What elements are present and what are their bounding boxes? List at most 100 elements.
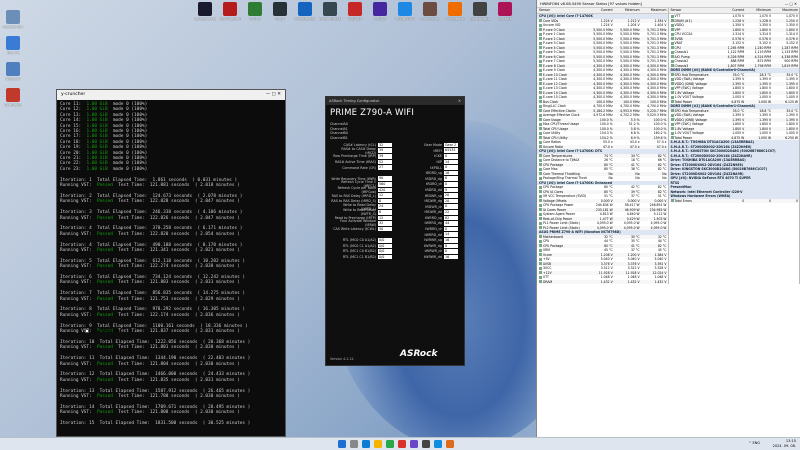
timing-value[interactable]: 65535 (444, 148, 458, 154)
window-controls[interactable]: — ▢ ✕ (266, 92, 281, 98)
desktop-shortcut[interactable]: 3DMark (494, 2, 516, 21)
desktop-shortcut[interactable]: HWiNFO64 (394, 2, 416, 21)
timing-row: tWRWR_sg 16 (396, 237, 462, 243)
sensor-row[interactable]: Total Errors 0 0 0 (668, 198, 799, 203)
taskbar-app-icon[interactable] (338, 440, 346, 448)
column-header[interactable]: Maximum (641, 8, 668, 13)
sensor-icon (539, 199, 542, 202)
desktop-shortcut[interactable]: GPU-Z (244, 2, 266, 21)
timing-label: tRDRD_sg (425, 171, 442, 176)
timing-value[interactable]: 0 (444, 204, 458, 209)
desktop-shortcut[interactable]: Samsung Magician (194, 2, 216, 21)
desktop-shortcut[interactable]: y-cruncher (419, 2, 441, 21)
desktop-shortcut[interactable]: Cinebench (444, 2, 466, 21)
hwinfo-titlebar[interactable]: HWiNFO64 v8.08-5490 Sensor Status [97 va… (537, 0, 800, 8)
console-titlebar[interactable]: y-cruncher — ▢ ✕ (57, 90, 285, 100)
timing-value[interactable]: 0/0 (378, 254, 392, 260)
timing-value[interactable]: 8 (444, 176, 458, 182)
column-header[interactable]: Maximum (772, 8, 799, 13)
timing-value[interactable]: 20 (444, 193, 458, 198)
timing-value[interactable]: 16 (444, 170, 458, 176)
column-header[interactable]: Minimum (614, 8, 641, 13)
desktop-shortcut[interactable]: CrystalDiskMark (319, 2, 341, 21)
timing-value[interactable]: 560 (378, 182, 392, 187)
app-icon (323, 2, 337, 16)
timing-value[interactable]: 0 (444, 165, 458, 170)
sensor-icon (539, 203, 542, 207)
sensor-icon (539, 86, 542, 90)
timing-value[interactable]: 24 (378, 204, 392, 209)
timing-value[interactable]: 90 (378, 176, 392, 182)
taskbar-app-icon[interactable] (410, 440, 418, 448)
timing-value[interactable]: 16 (444, 254, 458, 260)
timing-value[interactable]: 32 (378, 142, 392, 148)
column-header[interactable]: Current (718, 8, 745, 13)
timing-value[interactable]: 39 (378, 154, 392, 159)
taskbar-app-icon[interactable] (374, 440, 382, 448)
hwinfo-window-controls[interactable]: — ▢ ✕ (785, 2, 797, 6)
taskbar-app-icon[interactable] (422, 440, 430, 448)
timing-value[interactable]: 62 (444, 215, 458, 221)
timing-value[interactable]: 0/0 (378, 243, 392, 249)
timing-value[interactable]: 9 (444, 187, 458, 193)
timing-value[interactable]: 39 (378, 148, 392, 154)
tray-clock[interactable]: 13:15 2024. 09. 08. (773, 439, 796, 449)
desktop-shortcut[interactable]: AIDA64 (344, 2, 366, 21)
taskbar-app-icon[interactable] (362, 440, 370, 448)
timing-value[interactable]: 6 (378, 210, 392, 215)
sensor-row[interactable]: DRAM 1.432 V 1.432 V 1.432 V (537, 279, 668, 284)
timing-value[interactable]: 8 (378, 198, 392, 204)
timing-close-icon[interactable]: ✕ (458, 99, 461, 104)
auto-refresh-checkbox[interactable] (85, 329, 89, 333)
timing-value[interactable]: 8 (444, 243, 458, 249)
column-header[interactable]: Minimum (745, 8, 772, 13)
desktop-shortcut[interactable]: MSI Afterburner (219, 2, 241, 21)
timing-value[interactable]: 0 (444, 154, 458, 159)
desktop-shortcut[interactable]: ThrottleStop (294, 2, 316, 21)
timing-titlebar[interactable]: ASRock Timing Configurator ✕ (326, 97, 464, 105)
column-header[interactable]: Current (587, 8, 614, 13)
taskbar-app-icon[interactable] (398, 440, 406, 448)
hwinfo-right-pane[interactable]: Sensor Current Minimum Maximum VTT 1,070 V 1,… (668, 8, 800, 284)
timing-value[interactable]: 14 (444, 159, 458, 165)
taskbar-app-icon[interactable] (386, 440, 394, 448)
taskbar-app-icon[interactable] (434, 440, 442, 448)
desktop-shortcut[interactable]: OCCT (269, 2, 291, 21)
timing-label: tWRRD_sg (424, 215, 442, 220)
timing-value[interactable]: 2T (378, 165, 392, 170)
timing-configurator-window[interactable]: ASRock Timing Configurator ✕ PRIME Z790-… (325, 96, 465, 366)
timing-value[interactable]: Gear 2 (444, 142, 458, 148)
console-window[interactable]: y-cruncher — ▢ ✕ Core 11: 1.00 GiB mode … (56, 89, 286, 437)
auto-refresh-control[interactable]: Auto Refresh(sec) (85, 329, 122, 333)
timing-value[interactable]: 20 (444, 198, 458, 204)
timing-value[interactable]: 52 (378, 159, 392, 165)
timing-value[interactable]: 0 (444, 249, 458, 254)
timing-value[interactable]: 32 (378, 221, 392, 226)
tray-language[interactable]: ^ ENG (748, 441, 760, 445)
taskbar-app-icon[interactable] (446, 440, 454, 448)
timing-value[interactable]: 16 (444, 237, 458, 243)
taskbar-app-icon[interactable] (350, 440, 358, 448)
column-header[interactable]: Sensor (537, 8, 587, 13)
timing-value[interactable]: 420 (378, 187, 392, 193)
column-header[interactable]: Sensor (669, 8, 719, 13)
desktop-shortcut[interactable]: CoreTemp (2, 88, 24, 107)
desktop-shortcut[interactable]: CPU-Z (369, 2, 391, 21)
desktop-shortcut[interactable]: This PC (2, 36, 24, 55)
sensor-icon (539, 271, 542, 274)
timing-value[interactable]: 0/0 (378, 237, 392, 243)
timing-value[interactable]: 0/0 (378, 249, 392, 254)
timing-value[interactable]: 44 (444, 221, 458, 226)
hwinfo-left-pane[interactable]: Sensor Current Minimum Maximum CPU [#0]: In… (537, 8, 669, 284)
timing-value[interactable]: 12 (378, 215, 392, 221)
desktop-shortcut[interactable]: Network (2, 62, 24, 81)
timing-value[interactable]: 30 (378, 226, 392, 232)
hwinfo-sensor-window[interactable]: HWiNFO64 v8.08-5490 Sensor Status [97 va… (536, 0, 800, 437)
timing-value[interactable]: 0 (444, 226, 458, 232)
timing-value[interactable]: 0 (444, 182, 458, 187)
desktop-shortcut[interactable]: BenchMate (469, 2, 491, 21)
desktop-shortcut[interactable]: Recycle Bin (2, 10, 24, 29)
timing-value[interactable]: 12 (378, 193, 392, 198)
timing-value[interactable]: 22 (444, 210, 458, 215)
timing-value[interactable]: 14 (444, 232, 458, 237)
